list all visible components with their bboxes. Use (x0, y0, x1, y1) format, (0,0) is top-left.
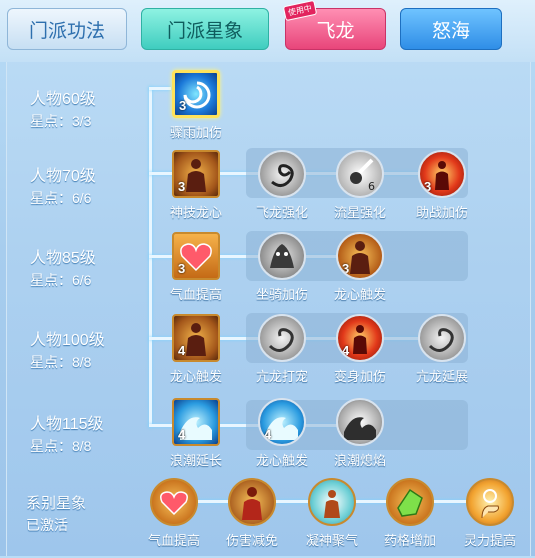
node-label: 浪潮延长 (169, 453, 222, 468)
system-node[interactable]: 凝神聚气 (290, 478, 374, 558)
tab-label: 飞龙 (316, 20, 355, 42)
heart-icon (150, 478, 198, 526)
node-label: 气血提高 (147, 533, 200, 548)
star-node[interactable]: 亢龙延展 (400, 314, 484, 394)
star-node[interactable]: 4 龙心触发 (240, 398, 324, 478)
star-node[interactable]: 4 龙心触发 (154, 314, 238, 394)
star-node[interactable]: 浪潮熄焰 (318, 398, 402, 478)
star-count: 星点：8/8 (30, 438, 92, 454)
system-node[interactable]: 气血提高 (132, 478, 216, 558)
star-node[interactable]: 亢龙打宠 (240, 314, 324, 394)
star-count: 星点：6/6 (30, 272, 92, 288)
tab-label: 门派功法 (28, 20, 105, 42)
star-node[interactable]: 6 流星强化 (318, 150, 402, 230)
node-level: 3 (179, 98, 187, 113)
node-level: 3 (424, 179, 432, 194)
star-node[interactable]: 3 神技龙心 (154, 150, 238, 230)
beast-icon (258, 232, 306, 280)
system-stars-status: 已激活 (26, 517, 68, 533)
node-label: 亢龙延展 (415, 369, 468, 384)
heart-icon: 3 (172, 232, 220, 280)
focus-icon (308, 478, 356, 526)
tab-sect-skills[interactable]: 门派功法 (7, 8, 127, 50)
node-label: 坐骑加伤 (255, 287, 308, 302)
star-node[interactable]: 4 浪潮延长 (154, 398, 238, 478)
body-burst-icon: 4 (336, 314, 384, 362)
node-level: 4 (178, 343, 186, 358)
tab-feilong[interactable]: 使用中 飞龙 (282, 0, 386, 50)
vortex-icon: 3 (172, 70, 220, 118)
tab-label: 怒海 (431, 20, 470, 42)
in-use-badge: 使用中 (282, 0, 318, 22)
node-label: 亢龙打宠 (255, 369, 308, 384)
wave-icon: 4 (172, 398, 220, 446)
tab-bar: 门派功法 门派星象 使用中 飞龙 怒海 (0, 0, 535, 62)
star-node[interactable]: 3 助战加伤 (400, 150, 484, 230)
body-burst-icon: 3 (418, 150, 466, 198)
node-label: 龙心触发 (169, 369, 222, 384)
meteor-icon: 6 (336, 150, 384, 198)
system-node[interactable]: 药格增加 (368, 478, 452, 558)
star-node[interactable]: 4 变身加伤 (318, 314, 402, 394)
node-label: 浪潮熄焰 (333, 453, 386, 468)
node-label: 凝神聚气 (305, 533, 358, 548)
level-label: 人物115级 (30, 416, 104, 433)
star-count: 星点：3/3 (30, 113, 92, 129)
node-label: 龙心触发 (333, 287, 386, 302)
wave-icon: 4 (258, 398, 306, 446)
level-label: 人物70级 (30, 168, 96, 185)
warrior-icon: 3 (172, 150, 220, 198)
node-label: 龙心触发 (255, 453, 308, 468)
tab-label: 门派星象 (166, 20, 243, 42)
node-label: 灵力提高 (463, 533, 516, 548)
star-node[interactable]: 3 骤雨加伤 (154, 70, 238, 150)
node-label: 药格增加 (383, 533, 436, 548)
star-node[interactable]: 飞龙强化 (240, 150, 324, 230)
level-label: 人物100级 (30, 332, 105, 349)
level-label: 人物85级 (30, 250, 96, 267)
node-label: 骤雨加伤 (169, 125, 222, 140)
node-level: 4 (342, 343, 350, 358)
node-label: 神技龙心 (169, 205, 222, 220)
node-level: 3 (342, 261, 350, 276)
node-level: 3 (178, 261, 186, 276)
tab-sect-stars[interactable]: 门派星象 (141, 8, 269, 50)
star-node[interactable]: 3 龙心触发 (318, 232, 402, 312)
star-count: 星点：8/8 (30, 354, 92, 370)
star-node[interactable]: 坐骑加伤 (240, 232, 324, 312)
node-label: 气血提高 (169, 287, 222, 302)
node-label: 飞龙强化 (255, 205, 308, 220)
system-node[interactable]: 伤害减免 (210, 478, 294, 558)
star-node[interactable]: 3 气血提高 (154, 232, 238, 312)
tab-nuhai[interactable]: 怒海 (400, 8, 502, 50)
system-node[interactable]: 灵力提高 (448, 478, 532, 558)
warrior-icon: 3 (336, 232, 384, 280)
node-level: 3 (178, 179, 186, 194)
node-label: 伤害减免 (225, 533, 278, 548)
node-level: 4 (264, 427, 272, 442)
node-label: 助战加伤 (415, 205, 468, 220)
shield-man-icon (228, 478, 276, 526)
system-stars-title: 系别星象 (26, 495, 87, 512)
gem-icon (386, 478, 434, 526)
node-label: 流星强化 (333, 205, 386, 220)
hand-sun-icon (466, 478, 514, 526)
warrior-icon: 4 (172, 314, 220, 362)
level-label: 人物60级 (30, 91, 96, 108)
wave-gray-icon (336, 398, 384, 446)
star-count: 星点：6/6 (30, 190, 92, 206)
node-level: 4 (178, 427, 186, 442)
dragon-icon (418, 314, 466, 362)
node-label: 变身加伤 (333, 369, 386, 384)
svg-text:6: 6 (368, 180, 375, 193)
dragon-icon (258, 314, 306, 362)
dragon-icon (258, 150, 306, 198)
